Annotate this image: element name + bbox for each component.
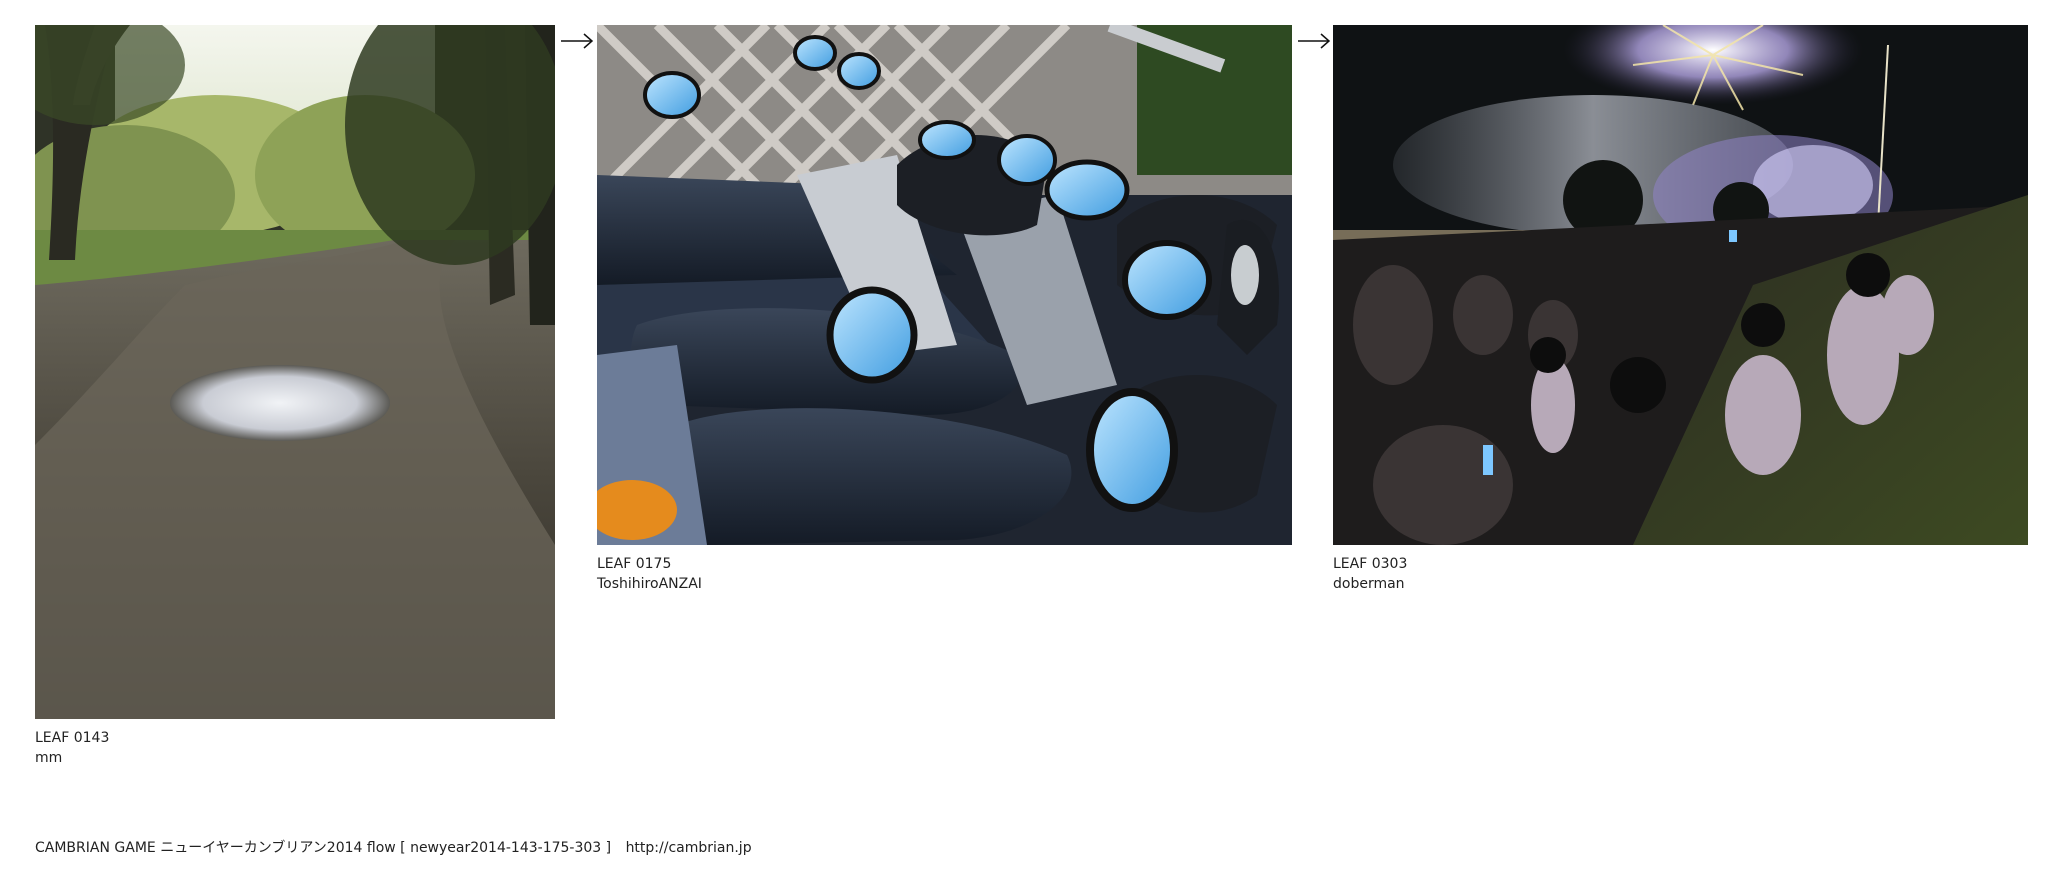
leaf-0303-photo[interactable] bbox=[1333, 25, 2028, 545]
leaf-0303-caption: LEAF 0303 doberman bbox=[1333, 554, 1407, 594]
leaf-id-label[interactable]: LEAF 0143 bbox=[35, 728, 109, 748]
leaf-0143-caption: LEAF 0143 mm bbox=[35, 728, 109, 768]
leaf-id-label[interactable]: LEAF 0175 bbox=[597, 554, 702, 574]
right-arrow-icon bbox=[1297, 33, 1331, 49]
footer-text: CAMBRIAN GAME ニューイヤーカンブリアン2014 flow [ ne… bbox=[35, 840, 612, 856]
leaf-0143-photo[interactable] bbox=[35, 25, 555, 719]
leaf-author: doberman bbox=[1333, 576, 1405, 592]
leaf-id-label[interactable]: LEAF 0303 bbox=[1333, 554, 1407, 574]
leaf-author: mm bbox=[35, 750, 63, 766]
leaf-author: ToshihiroANZAI bbox=[597, 576, 702, 592]
right-arrow-icon bbox=[560, 33, 594, 49]
leaf-0175-caption: LEAF 0175 ToshihiroANZAI bbox=[597, 554, 702, 594]
leaf-0175-photo[interactable] bbox=[597, 25, 1292, 545]
footer: CAMBRIAN GAME ニューイヤーカンブリアン2014 flow [ ne… bbox=[35, 838, 752, 858]
footer-link[interactable]: http://cambrian.jp bbox=[626, 840, 752, 856]
